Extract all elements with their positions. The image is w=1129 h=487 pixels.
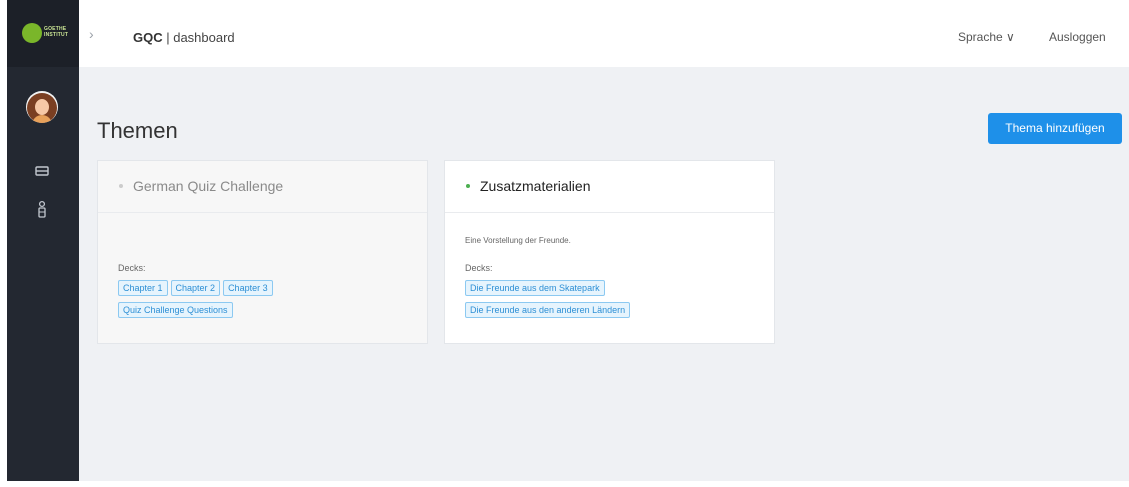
deck-tag[interactable]: Chapter 3 (223, 280, 273, 296)
logo-text: GOETHE INSTITUT (44, 26, 69, 38)
logo-icon (22, 23, 42, 43)
topic-card[interactable]: Zusatzmaterialien Eine Vorstellung der F… (444, 160, 775, 344)
status-dot (466, 184, 470, 188)
app-subtitle: | dashboard (162, 30, 235, 45)
add-topic-button[interactable]: Thema hinzufügen (988, 113, 1122, 144)
decks-label: Decks: (118, 263, 146, 273)
main-content: Themen Thema hinzufügen German Quiz Chal… (79, 67, 1129, 481)
deck-list: Chapter 1 Chapter 2 Chapter 3 Quiz Challen… (118, 278, 418, 322)
deck-tag[interactable]: Quiz Challenge Questions (118, 302, 233, 318)
avatar[interactable] (26, 91, 58, 123)
topic-title[interactable]: German Quiz Challenge (133, 178, 283, 194)
language-dropdown[interactable]: Sprache ∨ (958, 30, 1015, 44)
logo[interactable]: GOETHE INSTITUT (7, 0, 79, 67)
topbar: › GQC | dashboard Sprache ∨ Ausloggen (79, 0, 1129, 67)
topic-description: Eine Vorstellung der Freunde. (465, 236, 571, 245)
app-frame: GOETHE INSTITUT › GQC | dashboard Sprach… (0, 0, 1129, 487)
deck-list: Die Freunde aus dem Skatepark Die Freund… (465, 278, 765, 322)
status-dot (119, 184, 123, 188)
deck-tag[interactable]: Chapter 1 (118, 280, 168, 296)
page-title: Themen (97, 118, 178, 143)
inbox-icon[interactable] (30, 163, 54, 181)
topic-card-header: Zusatzmaterialien (445, 161, 774, 213)
sidebar-toggle-icon[interactable]: › (89, 26, 94, 42)
topic-card[interactable]: German Quiz Challenge Decks: Chapter 1 Ch… (97, 160, 428, 344)
logout-link[interactable]: Ausloggen (1049, 30, 1106, 44)
app-name: GQC (133, 30, 163, 45)
decks-label: Decks: (465, 263, 493, 273)
deck-tag[interactable]: Die Freunde aus den anderen Ländern (465, 302, 631, 318)
sidebar: GOETHE INSTITUT (7, 0, 79, 481)
deck-tag[interactable]: Die Freunde aus dem Skatepark (465, 280, 605, 296)
deck-tag[interactable]: Chapter 2 (170, 280, 221, 296)
topic-card-header: German Quiz Challenge (98, 161, 427, 213)
topic-title[interactable]: Zusatzmaterialien (480, 178, 591, 194)
app-title: GQC | dashboard (133, 30, 235, 45)
teacher-icon[interactable] (30, 200, 54, 218)
